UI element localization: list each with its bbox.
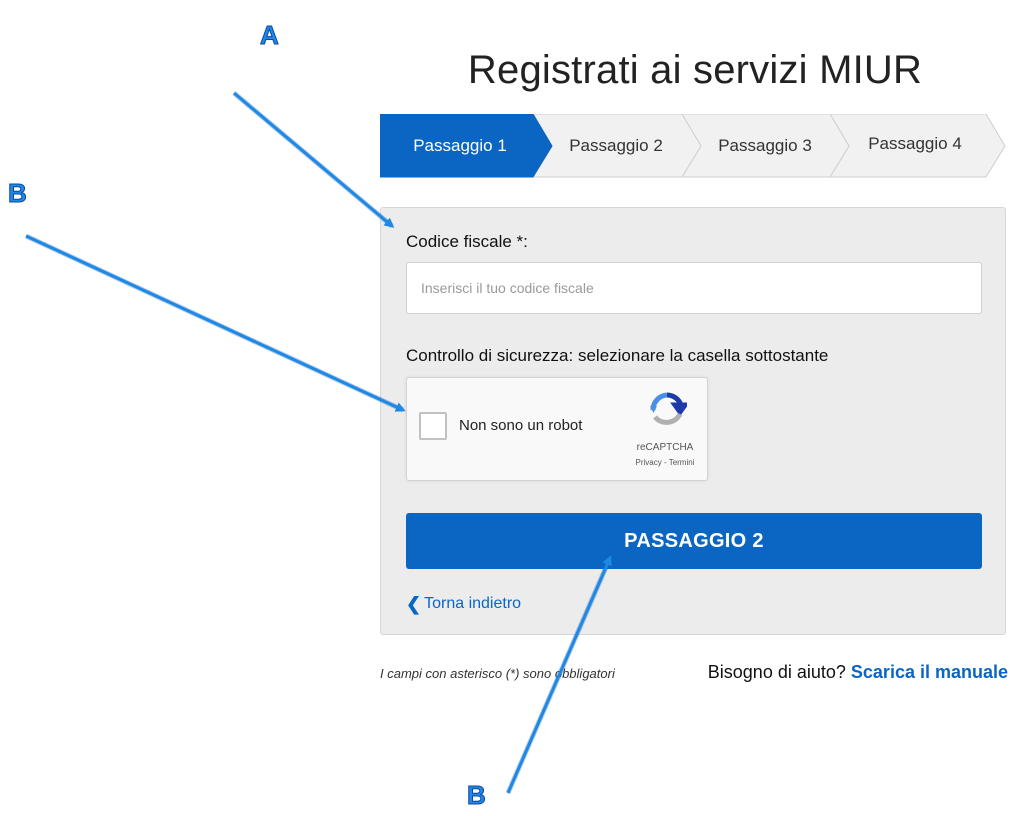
arrow-b-left bbox=[25, 234, 406, 412]
passaggio-2-button[interactable]: PASSAGGIO 2 bbox=[406, 513, 982, 569]
download-manual-link[interactable]: Scarica il manuale bbox=[851, 662, 1008, 682]
step-1: Passaggio 1 bbox=[380, 114, 540, 178]
help-question: Bisogno di aiuto? bbox=[707, 662, 846, 682]
step-2-label: Passaggio 2 bbox=[569, 136, 663, 155]
step-4-label: Passaggio 4 bbox=[868, 134, 962, 153]
step-4: Passaggio 4 bbox=[839, 114, 991, 178]
back-link-label: Torna indietro bbox=[424, 595, 522, 612]
required-fields-note: I campi con asterisco (*) sono obbligato… bbox=[380, 666, 615, 681]
page-title: Registrati ai servizi MIUR bbox=[467, 48, 923, 92]
codice-fiscale-label: Codice fiscale *: bbox=[406, 232, 528, 251]
annotation-label-a: A bbox=[260, 20, 280, 51]
codice-fiscale-input[interactable] bbox=[406, 262, 982, 314]
security-check-label: Controllo di sicurezza: selezionare la c… bbox=[406, 346, 829, 365]
help-line: Bisogno di aiuto? Scarica il manuale bbox=[708, 662, 1008, 683]
recaptcha-brand: reCAPTCHA bbox=[636, 442, 694, 453]
recaptcha-checkbox-label: Non sono un robot bbox=[459, 417, 583, 434]
step-2: Passaggio 2 bbox=[542, 114, 690, 178]
registration-form-panel: Codice fiscale *: Controllo di sicurezza… bbox=[380, 207, 1006, 635]
back-link[interactable]: ❮ Torna indietro bbox=[406, 595, 521, 613]
stepper: Passaggio 1 Passaggio 2 Passaggio 3 Pass… bbox=[380, 114, 1006, 178]
step-3-label: Passaggio 3 bbox=[718, 136, 812, 155]
recaptcha-links[interactable]: Privacy - Termini bbox=[625, 458, 705, 467]
recaptcha-logo-icon bbox=[650, 392, 687, 425]
step-3: Passaggio 3 bbox=[691, 114, 839, 178]
annotation-label-b-bottom: B bbox=[467, 780, 487, 811]
recaptcha-widget: Non sono un robot reCAPTCHA Privacy - Te… bbox=[406, 377, 708, 481]
annotation-label-b-left: B bbox=[8, 178, 28, 209]
arrow-a bbox=[233, 91, 395, 228]
step-1-label: Passaggio 1 bbox=[413, 136, 507, 155]
chevron-left-icon: ❮ bbox=[406, 594, 422, 614]
recaptcha-checkbox[interactable] bbox=[419, 412, 447, 440]
